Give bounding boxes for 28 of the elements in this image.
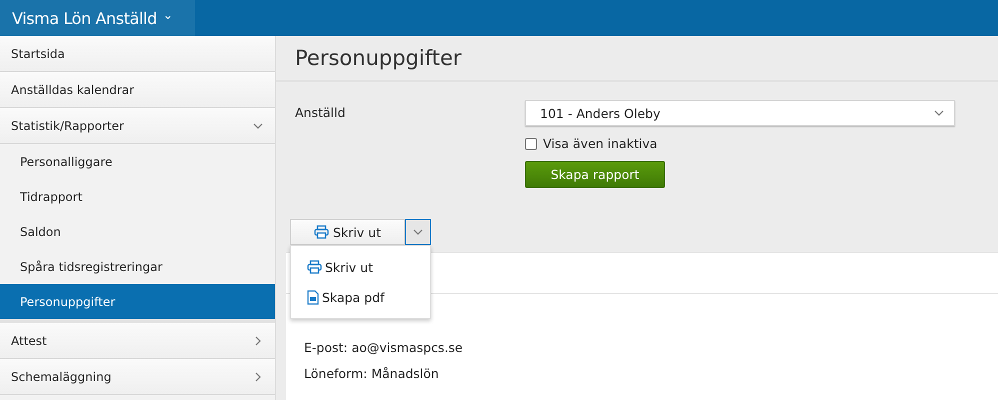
printer-icon bbox=[307, 260, 322, 274]
pdf-file-icon bbox=[307, 290, 319, 304]
sidebar-subitem[interactable]: Tidrapport bbox=[0, 179, 275, 214]
detail-text: Löneform: Månadslön bbox=[304, 365, 440, 382]
detail-text: E-post: ao@vismaspcs.se bbox=[304, 339, 464, 356]
sidebar-item[interactable]: Statistik/Rapporter bbox=[0, 108, 275, 144]
sidebar-item[interactable]: Anställdas kalendrar bbox=[0, 72, 275, 108]
sidebar-subitem[interactable]: Personalliggare bbox=[0, 144, 275, 179]
print-button[interactable]: Skriv ut bbox=[290, 219, 405, 245]
checkbox[interactable] bbox=[525, 138, 537, 150]
printer-icon bbox=[314, 225, 329, 239]
checkbox-label: Visa även inaktiva bbox=[543, 136, 658, 151]
page-title: Personuppgifter bbox=[276, 36, 998, 82]
sidebar-subitem[interactable]: Personuppgifter bbox=[0, 284, 275, 319]
create-report-button[interactable]: Skapa rapport bbox=[525, 161, 665, 188]
employee-select[interactable]: 101 - Anders Oleby bbox=[525, 100, 955, 126]
sidebar-item[interactable]: Startsida bbox=[0, 36, 275, 72]
chevron-icon bbox=[413, 227, 423, 237]
chevron-icon bbox=[934, 108, 944, 118]
menu-item[interactable]: Skapa pdf bbox=[291, 282, 430, 312]
menu-item[interactable]: Skriv ut bbox=[291, 252, 430, 282]
sidebar-subitem[interactable]: Spåra tidsregistreringar bbox=[0, 249, 275, 284]
field-label: Anställd bbox=[295, 104, 346, 122]
sidebar-subitem[interactable]: Saldon bbox=[0, 214, 275, 249]
sidebar-item[interactable]: Schemaläggning bbox=[0, 359, 275, 395]
sidebar-item[interactable]: Attest bbox=[0, 323, 275, 359]
app-title-menu[interactable]: Visma Lön Anställd ⌄ bbox=[0, 0, 195, 36]
dropdown-toggle[interactable] bbox=[405, 219, 431, 245]
